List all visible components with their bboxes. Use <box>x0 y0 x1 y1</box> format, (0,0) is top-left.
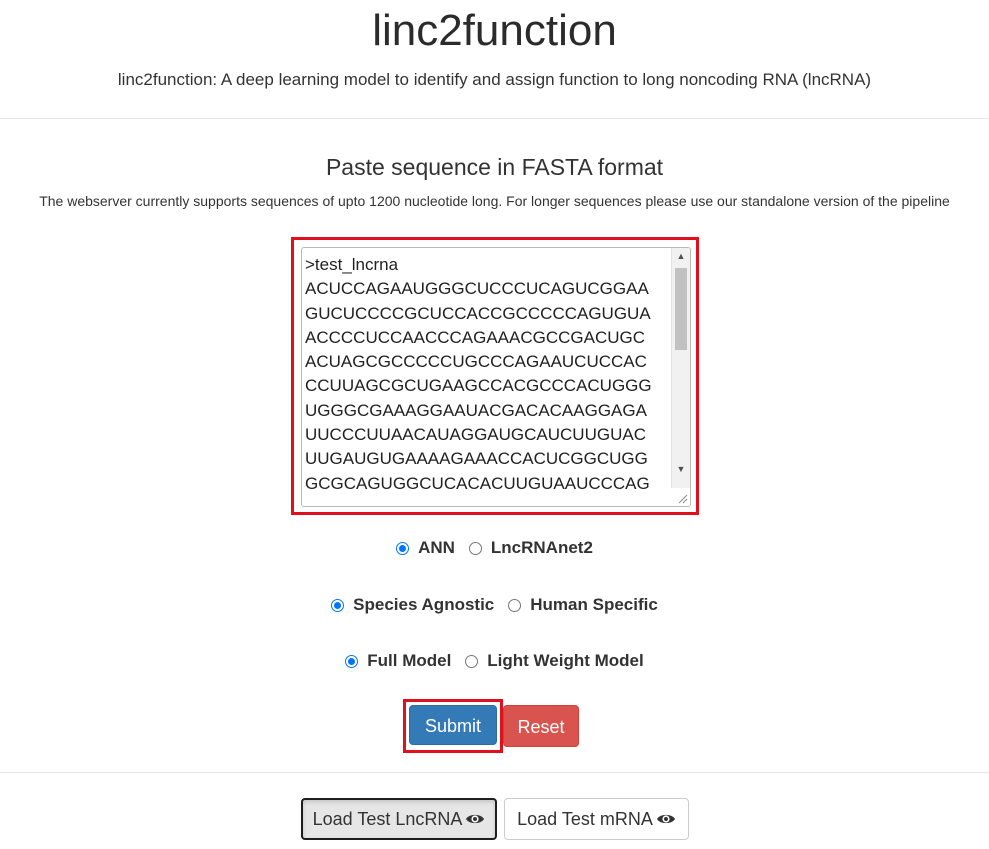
radio-species-agnostic-label[interactable]: Species Agnostic <box>353 595 494 615</box>
radio-ann-button[interactable] <box>396 541 410 555</box>
radio-lncrnanet2[interactable]: LncRNAnet2 <box>468 538 593 558</box>
radio-lncrnanet2-button[interactable] <box>468 541 482 555</box>
scroll-thumb[interactable] <box>675 268 687 350</box>
radio-light-weight-model[interactable]: Light Weight Model <box>465 651 644 671</box>
page: linc2function linc2function: A deep lear… <box>0 0 989 849</box>
app-title: linc2function <box>372 6 617 55</box>
radio-species-agnostic[interactable]: Species Agnostic <box>331 595 494 615</box>
radio-lncrnanet2-label[interactable]: LncRNAnet2 <box>491 538 593 558</box>
radio-light-weight-model-label[interactable]: Light Weight Model <box>487 651 643 671</box>
radio-human-specific-label[interactable]: Human Specific <box>530 595 658 615</box>
textarea-scrollbar[interactable]: ▲ ▼ <box>671 248 690 488</box>
reset-button[interactable]: Reset <box>503 705 579 747</box>
scroll-up-icon[interactable]: ▲ <box>672 248 690 265</box>
radio-light-weight-model-button[interactable] <box>465 654 479 668</box>
scroll-down-icon[interactable]: ▼ <box>672 461 690 478</box>
radio-human-specific[interactable]: Human Specific <box>508 595 658 615</box>
radio-species-agnostic-button[interactable] <box>331 598 345 612</box>
eye-icon <box>466 814 485 824</box>
radio-human-specific-button[interactable] <box>508 598 522 612</box>
resize-grip-icon[interactable] <box>676 492 688 504</box>
load-test-lncrna-button[interactable]: Load Test LncRNA <box>301 798 497 840</box>
divider <box>0 118 989 119</box>
divider-bottom <box>0 772 989 773</box>
app-subtitle: linc2function: A deep learning model to … <box>117 70 872 89</box>
load-test-mrna-button[interactable]: Load Test mRNA <box>504 798 689 840</box>
radio-ann-label[interactable]: ANN <box>418 538 455 558</box>
sequence-text: >test_lncrna ACUCCAGAAUGGGCUCCCUCAGUCGGA… <box>305 255 652 493</box>
radio-full-model-button[interactable] <box>345 654 359 668</box>
radio-full-model[interactable]: Full Model <box>345 651 451 671</box>
load-test-lncrna-label: Load Test LncRNA <box>312 808 463 829</box>
section-heading: Paste sequence in FASTA format <box>325 154 664 180</box>
sequence-textarea[interactable]: >test_lncrna ACUCCAGAAUGGGCUCCCUCAGUCGGA… <box>301 247 691 507</box>
eye-icon <box>656 814 675 824</box>
submit-button[interactable]: Submit <box>409 705 497 745</box>
radio-ann[interactable]: ANN <box>396 538 455 558</box>
size-radio-group: Full Model Light Weight Model <box>0 649 989 673</box>
species-radio-group: Species Agnostic Human Specific <box>0 593 989 617</box>
load-test-mrna-label: Load Test mRNA <box>517 808 653 829</box>
section-note: The webserver currently supports sequenc… <box>39 193 950 209</box>
radio-full-model-label[interactable]: Full Model <box>367 651 451 671</box>
model-radio-group: ANN LncRNAnet2 <box>0 536 989 560</box>
